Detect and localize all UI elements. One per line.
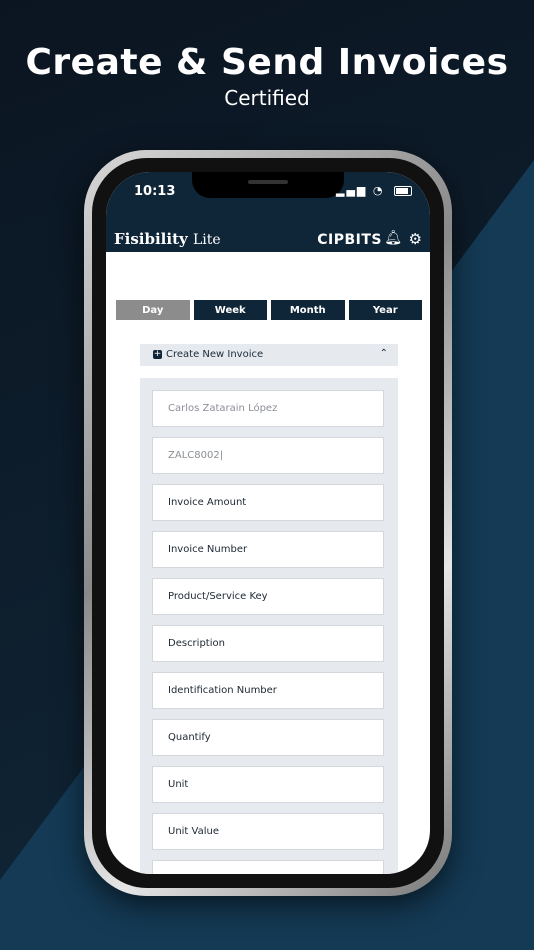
rfc-field[interactable]: ZALC8002|: [152, 437, 384, 474]
wifi-icon: ◔: [372, 184, 385, 197]
tab-month[interactable]: Month: [271, 300, 345, 320]
battery-icon: [394, 186, 412, 196]
promo-subheadline: Certified: [224, 86, 310, 110]
speaker-grill: [248, 180, 288, 184]
logo-main: Fisibility: [114, 230, 188, 248]
quantity-field[interactable]: Quantify: [152, 719, 384, 756]
product-service-key-field[interactable]: Product/Service Key: [152, 578, 384, 615]
chevron-up-icon[interactable]: ⌃: [380, 348, 388, 359]
unit-value-field[interactable]: Unit Value: [152, 813, 384, 850]
app-logo: Fisibility Lite: [114, 230, 221, 248]
accordion-label: Create New Invoice: [166, 349, 264, 360]
bell-icon[interactable]: 🔔︎: [384, 230, 402, 246]
identification-number-field[interactable]: Identification Number: [152, 672, 384, 709]
invoice-amount-field[interactable]: Invoice Amount: [152, 484, 384, 521]
notch: [192, 172, 344, 198]
phone-frame: 10:13 ▂▄▆ ◔ Fisibility Lite CIPBITS 🔔︎ ⚙…: [84, 150, 452, 896]
tab-year[interactable]: Year: [348, 300, 422, 320]
logo-sub: Lite: [192, 232, 221, 248]
app-header: 10:13 ▂▄▆ ◔ Fisibility Lite CIPBITS 🔔︎ ⚙: [106, 172, 430, 252]
status-icons: ▂▄▆ ◔: [336, 184, 412, 197]
status-time: 10:13: [134, 184, 176, 199]
tab-week[interactable]: Week: [193, 300, 267, 320]
tab-day[interactable]: Day: [116, 300, 190, 320]
create-invoice-accordion[interactable]: + Create New Invoice ⌃: [140, 344, 398, 366]
invoice-number-field[interactable]: Invoice Number: [152, 531, 384, 568]
unit-field[interactable]: Unit: [152, 766, 384, 803]
gear-icon[interactable]: ⚙: [409, 230, 422, 248]
period-tabs: Day Week Month Year: [116, 300, 422, 320]
plus-square-icon: +: [153, 349, 162, 359]
brand-label: CIPBITS: [317, 232, 382, 248]
promo-headline: Create & Send Invoices: [25, 42, 509, 83]
invoice-form: Carlos Zatarain López ZALC8002| Invoice …: [140, 378, 398, 874]
description-field[interactable]: Description: [152, 625, 384, 662]
phone-screen: 10:13 ▂▄▆ ◔ Fisibility Lite CIPBITS 🔔︎ ⚙…: [106, 172, 430, 874]
next-field[interactable]: [152, 860, 384, 874]
signal-icon: ▂▄▆: [336, 184, 368, 197]
client-name-field[interactable]: Carlos Zatarain López: [152, 390, 384, 427]
